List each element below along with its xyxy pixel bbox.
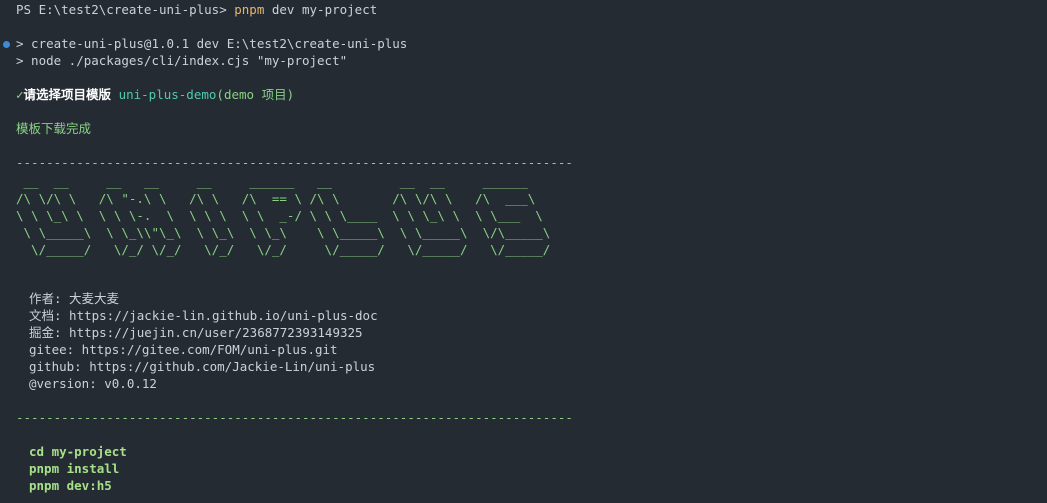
template-answer-suffix: (demo 项目) [216, 87, 295, 102]
next-step-cd: cd my-project [29, 444, 127, 459]
terminal-panel[interactable]: PS E:\test2\create-uni-plus> pnpm dev my… [0, 0, 1047, 503]
ascii-art-line: \ \ \_\ \ \ \ \-. \ \ \ \ \ \ _-/ \ \ \_… [16, 208, 558, 223]
info-juejin: 掘金: https://juejin.cn/user/2368772393149… [29, 325, 363, 340]
script-line: > create-uni-plus@1.0.1 dev E:\test2\cre… [16, 36, 408, 51]
ascii-art-line: /\ \/\ \ /\ "-.\ \ /\ \ /\ == \ /\ \ /\ … [16, 191, 558, 206]
check-icon: ✓ [16, 87, 24, 102]
next-step-install: pnpm install [29, 461, 120, 476]
command-decoration-dot-icon[interactable] [3, 41, 10, 48]
ascii-art-line: __ __ __ __ __ ______ __ __ __ ______ [16, 174, 558, 189]
prompt-args: dev my-project [264, 2, 378, 17]
prompt-line: PS E:\test2\create-uni-plus> pnpm dev my… [16, 1, 377, 18]
template-select-line: ✓请选择项目模版 uni-plus-demo(demo 项目) [16, 86, 294, 103]
download-status: 模板下载完成 [16, 121, 92, 136]
template-answer: uni-plus-demo [118, 87, 217, 102]
prompt-path: PS E:\test2\create-uni-plus> [16, 2, 235, 17]
info-docs: 文档: https://jackie-lin.github.io/uni-plu… [29, 308, 378, 323]
template-question: 请选择项目模版 [23, 87, 112, 102]
divider-bottom: ----------------------------------------… [16, 410, 573, 425]
script-line: > node ./packages/cli/index.cjs "my-proj… [16, 53, 348, 68]
info-gitee: gitee: https://gitee.com/FOM/uni-plus.gi… [29, 342, 338, 357]
ascii-art-line: \ \_____\ \ \_\\"\_\ \ \_\ \ \_\ \ \____… [16, 225, 558, 240]
divider-top: ----------------------------------------… [16, 155, 573, 170]
info-author: 作者: 大麦大麦 [29, 291, 120, 306]
info-github: github: https://github.com/Jackie-Lin/un… [29, 359, 376, 374]
info-version: @version: v0.0.12 [29, 376, 157, 391]
prompt-command: pnpm [234, 2, 265, 17]
ascii-art-line: \/_____/ \/_/ \/_/ \/_/ \/_/ \/_____/ \/… [16, 242, 558, 257]
next-step-dev: pnpm dev:h5 [29, 478, 112, 493]
